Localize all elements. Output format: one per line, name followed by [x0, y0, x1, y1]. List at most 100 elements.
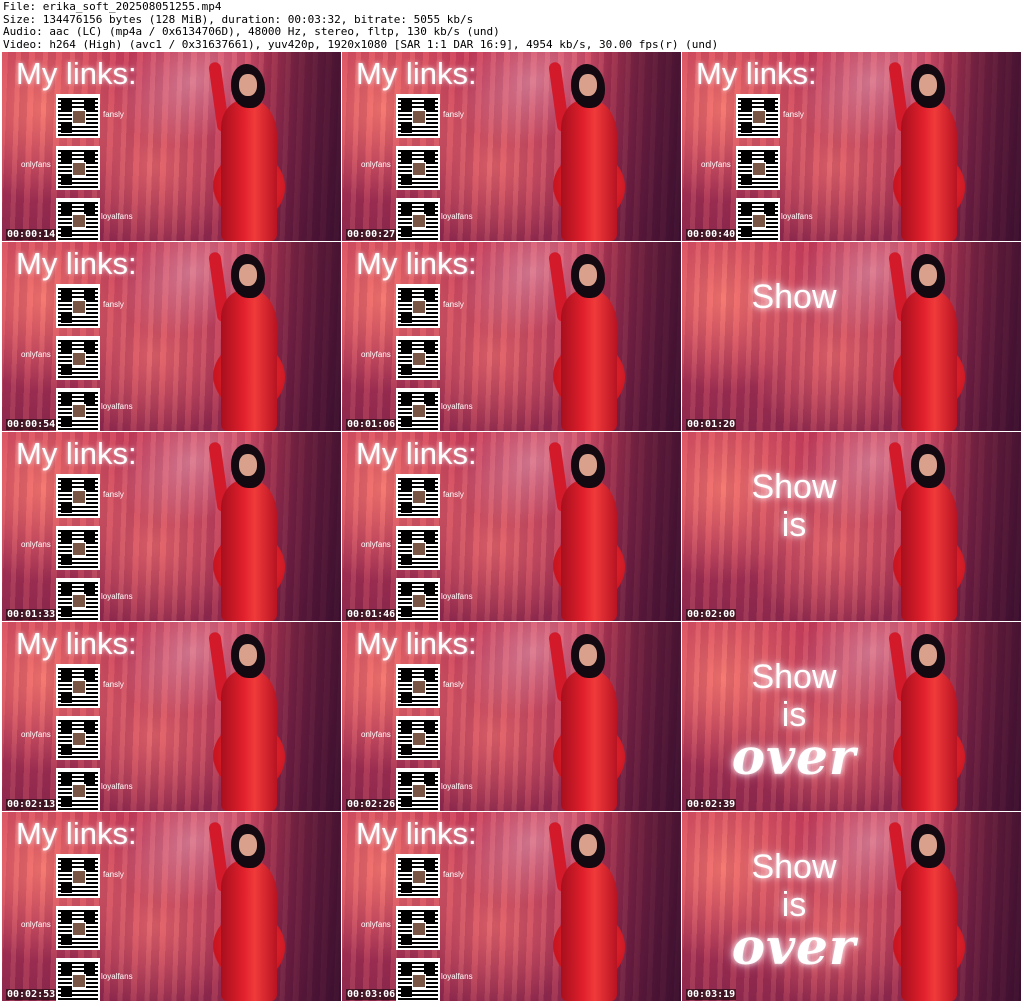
timestamp: 00:02:39 — [686, 799, 737, 810]
figure-face — [919, 454, 937, 476]
qr-code-fansly — [736, 94, 780, 138]
label-loyalfans: loyalfans — [101, 592, 133, 601]
label-loyalfans: loyalfans — [101, 402, 133, 411]
video-thumbnail: Show is over 00:03:19 — [682, 812, 1021, 1001]
qr-code-loyalfans — [736, 198, 780, 241]
audio-info-line: Audio: aac (LC) (mp4a / 0x6134706D), 480… — [3, 25, 500, 38]
woman-figure — [543, 821, 633, 1001]
qr-code-onlyfans — [396, 716, 440, 760]
woman-figure — [203, 251, 293, 431]
video-thumbnail: My links: fansly onlyfans loyalfans 00:00:40 — [682, 52, 1021, 241]
label-fansly: fansly — [103, 490, 124, 499]
video-thumbnail: Show is over 00:02:39 — [682, 622, 1021, 811]
video-thumbnail: My links: fansly onlyfans loyalfans 00:02:53 — [2, 812, 341, 1001]
timestamp: 00:01:06 — [346, 419, 397, 430]
figure-dress — [901, 290, 957, 431]
label-fansly: fansly — [103, 680, 124, 689]
video-info-line: Video: h264 (High) (avc1 / 0x31637661), … — [3, 38, 719, 51]
label-fansly: fansly — [783, 110, 804, 119]
label-onlyfans: onlyfans — [21, 730, 51, 739]
qr-code-onlyfans — [736, 146, 780, 190]
links-title: My links: — [16, 56, 137, 91]
qr-code-onlyfans — [56, 526, 100, 570]
label-fansly: fansly — [103, 870, 124, 879]
figure-dress — [221, 480, 277, 621]
qr-code-loyalfans — [396, 578, 440, 621]
qr-code-onlyfans — [396, 906, 440, 950]
video-thumbnail: My links: fansly onlyfans loyalfans 00:00:14 — [2, 52, 341, 241]
video-thumbnail: Show is 00:02:00 — [682, 432, 1021, 621]
figure-dress — [561, 860, 617, 1001]
label-fansly: fansly — [103, 300, 124, 309]
video-thumbnail: My links: fansly onlyfans loyalfans 00:01:06 — [342, 242, 681, 431]
timestamp: 00:02:53 — [6, 989, 57, 1000]
timestamp: 00:00:54 — [6, 419, 57, 430]
figure-dress — [221, 670, 277, 811]
woman-figure — [543, 251, 633, 431]
timestamp: 00:00:40 — [686, 229, 737, 240]
links-title: My links: — [16, 626, 137, 661]
links-title: My links: — [356, 246, 477, 281]
label-loyalfans: loyalfans — [781, 212, 813, 221]
label-onlyfans: onlyfans — [701, 160, 731, 169]
qr-code-fansly — [56, 474, 100, 518]
timestamp: 00:02:00 — [686, 609, 737, 620]
label-onlyfans: onlyfans — [21, 350, 51, 359]
label-loyalfans: loyalfans — [101, 972, 133, 981]
figure-face — [239, 644, 257, 666]
video-thumbnail: My links: fansly onlyfans loyalfans 00:01:33 — [2, 432, 341, 621]
video-thumbnail: My links: fansly onlyfans loyalfans 00:02:13 — [2, 622, 341, 811]
woman-figure — [543, 631, 633, 811]
figure-dress — [561, 290, 617, 431]
label-fansly: fansly — [443, 490, 464, 499]
figure-face — [239, 74, 257, 96]
is-word: is — [781, 506, 807, 544]
links-title: My links: — [16, 246, 137, 281]
qr-code-onlyfans — [396, 336, 440, 380]
qr-code-fansly — [396, 664, 440, 708]
figure-face — [919, 264, 937, 286]
qr-code-fansly — [396, 284, 440, 328]
qr-code-onlyfans — [56, 716, 100, 760]
timestamp: 00:02:26 — [346, 799, 397, 810]
label-fansly: fansly — [443, 870, 464, 879]
qr-code-onlyfans — [56, 146, 100, 190]
video-thumbnail: My links: fansly onlyfans loyalfans 00:03:06 — [342, 812, 681, 1001]
timestamp: 00:02:13 — [6, 799, 57, 810]
figure-face — [579, 74, 597, 96]
figure-dress — [561, 100, 617, 241]
label-onlyfans: onlyfans — [21, 540, 51, 549]
figure-dress — [221, 860, 277, 1001]
label-onlyfans: onlyfans — [361, 160, 391, 169]
links-title: My links: — [16, 436, 137, 471]
video-thumbnail: Show 00:01:20 — [682, 242, 1021, 431]
woman-figure — [203, 631, 293, 811]
figure-dress — [901, 860, 957, 1001]
qr-code-fansly — [396, 854, 440, 898]
qr-code-onlyfans — [56, 906, 100, 950]
figure-dress — [561, 480, 617, 621]
label-loyalfans: loyalfans — [441, 402, 473, 411]
figure-face — [239, 264, 257, 286]
qr-code-loyalfans — [56, 958, 100, 1001]
qr-code-onlyfans — [396, 526, 440, 570]
figure-face — [919, 834, 937, 856]
figure-face — [579, 834, 597, 856]
figure-face — [579, 454, 597, 476]
label-onlyfans: onlyfans — [21, 160, 51, 169]
figure-face — [579, 264, 597, 286]
timestamp: 00:01:46 — [346, 609, 397, 620]
show-word: Show — [751, 468, 837, 506]
figure-dress — [561, 670, 617, 811]
over-word: over — [731, 917, 857, 976]
label-loyalfans: loyalfans — [441, 972, 473, 981]
qr-code-loyalfans — [396, 388, 440, 431]
woman-figure — [203, 61, 293, 241]
woman-figure — [203, 821, 293, 1001]
figure-face — [239, 454, 257, 476]
qr-code-fansly — [56, 664, 100, 708]
label-loyalfans: loyalfans — [101, 212, 133, 221]
label-loyalfans: loyalfans — [441, 782, 473, 791]
label-onlyfans: onlyfans — [361, 730, 391, 739]
woman-figure — [543, 61, 633, 241]
